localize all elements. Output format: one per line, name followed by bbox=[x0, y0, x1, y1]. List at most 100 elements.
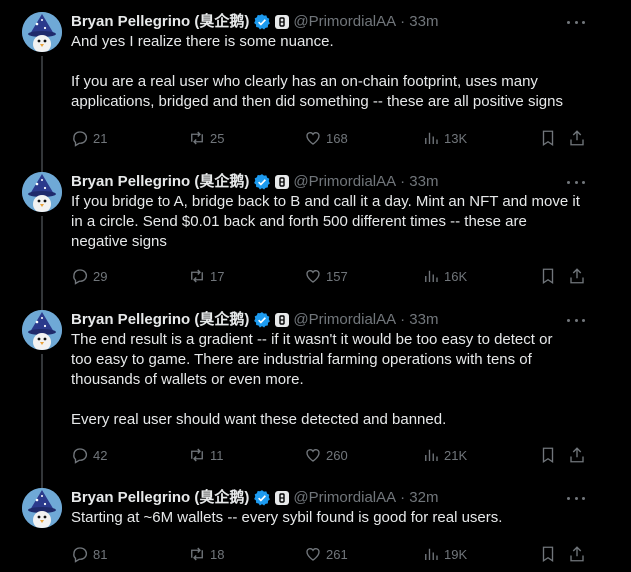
author-handle[interactable]: @PrimordialAA bbox=[293, 488, 396, 508]
share-button[interactable] bbox=[568, 129, 586, 152]
reply-icon bbox=[73, 547, 88, 563]
share-icon bbox=[570, 130, 584, 146]
avatar[interactable] bbox=[22, 12, 62, 52]
like-count: 260 bbox=[326, 447, 348, 463]
views-button[interactable]: 21K bbox=[422, 446, 467, 464]
share-button[interactable] bbox=[568, 446, 586, 469]
text-line: And yes I realize there is some nuance. bbox=[71, 33, 334, 50]
bookmark-button[interactable] bbox=[539, 129, 557, 152]
heart-icon bbox=[306, 132, 320, 145]
retweet-icon bbox=[191, 131, 203, 145]
wizard-avatar-icon bbox=[22, 172, 62, 212]
tweet-header: Bryan Pellegrino (臭企鹅) @PrimordialAA · 3… bbox=[71, 12, 438, 32]
timestamp[interactable]: · 32m bbox=[400, 488, 438, 508]
affiliation-badge-icon[interactable] bbox=[275, 15, 290, 29]
bookmark-button[interactable] bbox=[539, 267, 557, 290]
verified-badge-icon bbox=[254, 14, 271, 30]
retweet-button[interactable]: 11 bbox=[188, 446, 224, 464]
author-name[interactable]: Bryan Pellegrino (臭企鹅) bbox=[71, 172, 249, 192]
more-options-icon[interactable] bbox=[567, 490, 585, 506]
bookmark-button[interactable] bbox=[539, 545, 557, 568]
retweet-button[interactable]: 18 bbox=[188, 545, 224, 563]
text-line: in a circle. Send $0.01 back and forth 5… bbox=[71, 213, 527, 230]
views-chart-icon bbox=[425, 449, 438, 461]
text-line: If you are a real user who clearly has a… bbox=[71, 73, 538, 90]
reply-icon bbox=[73, 269, 88, 285]
like-count: 261 bbox=[326, 546, 348, 562]
tweet-text: Starting at ~6M wallets -- every sybil f… bbox=[71, 508, 601, 528]
more-options-icon[interactable] bbox=[567, 14, 585, 30]
author-handle[interactable]: @PrimordialAA bbox=[293, 12, 396, 32]
tweet-text: And yes I realize there is some nuance. … bbox=[71, 32, 601, 112]
reply-button[interactable]: 29 bbox=[71, 267, 107, 285]
affiliation-badge-icon[interactable] bbox=[275, 491, 290, 505]
reply-button[interactable]: 42 bbox=[71, 446, 107, 464]
retweet-icon bbox=[191, 448, 203, 462]
views-button[interactable]: 16K bbox=[422, 267, 467, 285]
wizard-avatar-icon bbox=[22, 310, 62, 350]
reply-count: 21 bbox=[93, 130, 108, 146]
views-chart-icon bbox=[425, 548, 438, 560]
text-line: Starting at ~6M wallets -- every sybil f… bbox=[71, 509, 503, 526]
timestamp[interactable]: · 33m bbox=[400, 172, 438, 192]
wizard-avatar-icon bbox=[22, 12, 62, 52]
like-count: 168 bbox=[326, 130, 348, 146]
author-handle[interactable]: @PrimordialAA bbox=[293, 310, 396, 330]
timestamp[interactable]: · 33m bbox=[400, 310, 438, 330]
verified-badge-icon bbox=[254, 490, 271, 506]
views-count: 19K bbox=[444, 546, 468, 562]
timestamp[interactable]: · 33m bbox=[400, 12, 438, 32]
retweet-icon bbox=[191, 269, 203, 283]
retweet-count: 17 bbox=[210, 268, 225, 284]
retweet-icon bbox=[191, 547, 203, 561]
avatar[interactable] bbox=[22, 310, 62, 350]
affiliation-badge-icon[interactable] bbox=[275, 175, 290, 189]
reply-button[interactable]: 21 bbox=[71, 129, 107, 147]
like-button[interactable]: 168 bbox=[304, 129, 348, 147]
affiliation-badge-icon[interactable] bbox=[275, 313, 290, 327]
avatar[interactable] bbox=[22, 488, 62, 528]
thread-line bbox=[41, 56, 43, 174]
like-button[interactable]: 260 bbox=[304, 446, 348, 464]
more-options-icon[interactable] bbox=[567, 174, 585, 190]
text-line bbox=[71, 52, 601, 72]
author-handle[interactable]: @PrimordialAA bbox=[293, 172, 396, 192]
reply-button[interactable]: 81 bbox=[71, 545, 107, 563]
retweet-count: 18 bbox=[210, 546, 225, 562]
tweet-header: Bryan Pellegrino (臭企鹅) @PrimordialAA · 3… bbox=[71, 488, 438, 508]
text-line: negative signs bbox=[71, 233, 167, 250]
text-line: thousands of wallets or even more. bbox=[71, 371, 304, 388]
avatar[interactable] bbox=[22, 172, 62, 212]
retweet-count: 11 bbox=[210, 447, 224, 463]
bookmark-icon bbox=[542, 447, 554, 464]
author-name[interactable]: Bryan Pellegrino (臭企鹅) bbox=[71, 12, 249, 32]
author-name[interactable]: Bryan Pellegrino (臭企鹅) bbox=[71, 488, 249, 508]
thread-line bbox=[41, 216, 43, 312]
text-line: applications, bridged and then did somet… bbox=[71, 93, 563, 110]
views-button[interactable]: 19K bbox=[422, 545, 467, 563]
bookmark-icon bbox=[542, 130, 554, 147]
share-button[interactable] bbox=[568, 267, 586, 290]
like-button[interactable]: 261 bbox=[304, 545, 348, 563]
share-button[interactable] bbox=[568, 545, 586, 568]
retweet-button[interactable]: 25 bbox=[188, 129, 224, 147]
author-name[interactable]: Bryan Pellegrino (臭企鹅) bbox=[71, 310, 249, 330]
reply-icon bbox=[73, 448, 88, 464]
bookmark-button[interactable] bbox=[539, 446, 557, 469]
views-button[interactable]: 13K bbox=[422, 129, 467, 147]
more-options-icon[interactable] bbox=[567, 312, 585, 328]
reply-icon bbox=[73, 131, 88, 147]
retweet-button[interactable]: 17 bbox=[188, 267, 224, 285]
bookmark-icon bbox=[542, 546, 554, 563]
verified-badge-icon bbox=[254, 174, 271, 190]
tweet-header: Bryan Pellegrino (臭企鹅) @PrimordialAA · 3… bbox=[71, 310, 438, 330]
heart-icon bbox=[306, 548, 320, 561]
share-icon bbox=[570, 268, 584, 284]
reply-count: 42 bbox=[93, 447, 108, 463]
tweet-text: If you bridge to A, bridge back to B and… bbox=[71, 192, 601, 252]
tweet-text: The end result is a gradient -- if it wa… bbox=[71, 330, 601, 430]
bookmark-icon bbox=[542, 268, 554, 285]
tweet-header: Bryan Pellegrino (臭企鹅) @PrimordialAA · 3… bbox=[71, 172, 438, 192]
like-button[interactable]: 157 bbox=[304, 267, 348, 285]
thread-line bbox=[41, 354, 43, 490]
